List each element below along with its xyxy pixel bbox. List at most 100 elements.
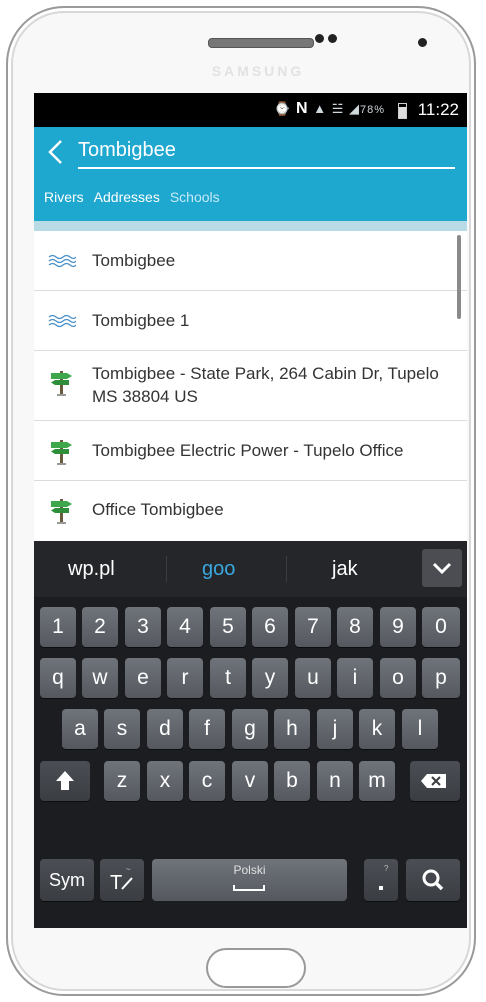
search-input[interactable]: Tombigbee <box>78 137 458 169</box>
list-item[interactable]: Tombigbee <box>34 231 467 291</box>
key-e[interactable]: e <box>125 658 161 698</box>
results-scrollbar[interactable] <box>457 235 461 319</box>
key-a[interactable]: a <box>62 709 98 749</box>
space-key[interactable]: Polski <box>152 859 347 901</box>
shift-key[interactable] <box>40 761 90 801</box>
suggestion-2[interactable]: goo <box>202 558 235 581</box>
key-7[interactable]: 7 <box>295 607 331 647</box>
key-q[interactable]: q <box>40 658 76 698</box>
clock: 11:22 <box>417 100 459 119</box>
key-6[interactable]: 6 <box>252 607 288 647</box>
wifi-icon: ☱ <box>331 101 345 116</box>
key-o[interactable]: o <box>380 658 416 698</box>
list-item[interactable]: Tombigbee - State Park, 264 Cabin Dr, Tu… <box>34 351 467 421</box>
list-item[interactable]: Tombigbee 1 <box>34 291 467 351</box>
back-arrow-icon[interactable] <box>42 137 72 167</box>
tab-schools[interactable]: Schools <box>170 189 220 205</box>
suggestion-1[interactable]: wp.pl <box>68 558 115 581</box>
key-u[interactable]: u <box>295 658 331 698</box>
key-n[interactable]: n <box>317 761 353 801</box>
river-icon <box>48 314 76 328</box>
backspace-key[interactable] <box>410 761 460 801</box>
battery-percent: 78% <box>359 104 385 116</box>
key-4[interactable]: 4 <box>167 607 203 647</box>
search-underline <box>78 167 455 169</box>
key-f[interactable]: f <box>189 709 225 749</box>
header-shadow <box>34 221 467 231</box>
key-y[interactable]: y <box>252 658 288 698</box>
result-label: Tombigbee 1 <box>92 311 190 330</box>
list-item[interactable]: Office Tombigbee <box>34 481 467 541</box>
sym-key[interactable]: Sym <box>40 859 94 901</box>
signpost-icon <box>51 440 72 465</box>
svg-text:?: ? <box>384 864 389 873</box>
tab-addresses[interactable]: Addresses <box>94 189 160 205</box>
result-label: Tombigbee - State Park, 264 Cabin Dr, Tu… <box>92 364 439 406</box>
results-list: Tombigbee Tombigbee 1 Tombigbee - State … <box>34 231 467 541</box>
suggestion-divider <box>166 556 167 582</box>
key-l[interactable]: l <box>402 709 438 749</box>
front-camera <box>418 38 427 47</box>
keyboard: wp.pl goo jak 1 2 3 4 5 6 7 8 9 0 q w e … <box>34 541 467 928</box>
signpost-icon <box>51 499 72 524</box>
mute-icon: ▲ <box>313 101 328 116</box>
nfc-icon: N <box>296 100 309 117</box>
handwriting-key[interactable]: T ~ <box>100 859 144 901</box>
key-8[interactable]: 8 <box>337 607 373 647</box>
tab-rivers[interactable]: Rivers <box>44 189 84 205</box>
key-z[interactable]: z <box>104 761 140 801</box>
key-i[interactable]: i <box>337 658 373 698</box>
filter-tabs: Rivers Addresses Schools <box>44 189 230 209</box>
key-m[interactable]: m <box>359 761 395 801</box>
key-c[interactable]: c <box>189 761 225 801</box>
search-header: Tombigbee Rivers Addresses Schools <box>34 127 467 221</box>
key-1[interactable]: 1 <box>40 607 76 647</box>
key-k[interactable]: k <box>359 709 395 749</box>
key-2[interactable]: 2 <box>82 607 118 647</box>
suggestion-divider <box>286 556 287 582</box>
backspace-icon <box>421 774 446 788</box>
list-item[interactable]: Tombigbee Electric Power - Tupelo Office <box>34 421 467 481</box>
sensor-dot <box>328 34 337 43</box>
key-3[interactable]: 3 <box>125 607 161 647</box>
brand-logo: SAMSUNG <box>211 63 305 79</box>
key-w[interactable]: w <box>82 658 118 698</box>
key-h[interactable]: h <box>274 709 310 749</box>
river-icon <box>48 254 76 268</box>
search-key[interactable] <box>406 859 460 901</box>
key-r[interactable]: r <box>167 658 203 698</box>
alarm-icon: ⌚ <box>274 101 292 116</box>
status-bar: ⌚ N ▲ ☱ ◢78% 11:22 <box>34 93 467 127</box>
suggestion-3[interactable]: jak <box>332 558 358 581</box>
key-v[interactable]: v <box>232 761 268 801</box>
key-g[interactable]: g <box>232 709 268 749</box>
key-t[interactable]: t <box>210 658 246 698</box>
status-icons: ⌚ N ▲ ☱ ◢78% <box>274 100 385 118</box>
key-d[interactable]: d <box>147 709 183 749</box>
key-p[interactable]: p <box>422 658 460 698</box>
key-0[interactable]: 0 <box>422 607 460 647</box>
shift-arrow-icon <box>56 771 74 790</box>
signal-icon: ◢ <box>348 101 360 116</box>
home-button[interactable] <box>206 948 306 988</box>
svg-text:T: T <box>110 872 122 894</box>
space-key-label: Polski <box>233 863 266 877</box>
earpiece-speaker <box>208 38 314 48</box>
handwriting-icon: T ~ <box>110 865 133 894</box>
search-icon <box>422 869 444 891</box>
hide-keyboard-button[interactable] <box>422 549 462 587</box>
period-key[interactable]: ? <box>364 859 398 901</box>
key-j[interactable]: j <box>317 709 353 749</box>
key-x[interactable]: x <box>147 761 183 801</box>
signpost-icon <box>51 371 72 396</box>
suggestion-bar: wp.pl goo jak <box>34 541 467 597</box>
key-s[interactable]: s <box>104 709 140 749</box>
key-5[interactable]: 5 <box>210 607 246 647</box>
screen: ⌚ N ▲ ☱ ◢78% 11:22 Tombigbee Rivers Addre… <box>34 93 467 928</box>
period-icon: ? <box>379 864 389 890</box>
result-label: Tombigbee <box>92 251 176 270</box>
key-b[interactable]: b <box>274 761 310 801</box>
result-label: Tombigbee Electric Power - Tupelo Office <box>92 441 404 460</box>
svg-text:~: ~ <box>126 865 131 874</box>
key-9[interactable]: 9 <box>380 607 416 647</box>
